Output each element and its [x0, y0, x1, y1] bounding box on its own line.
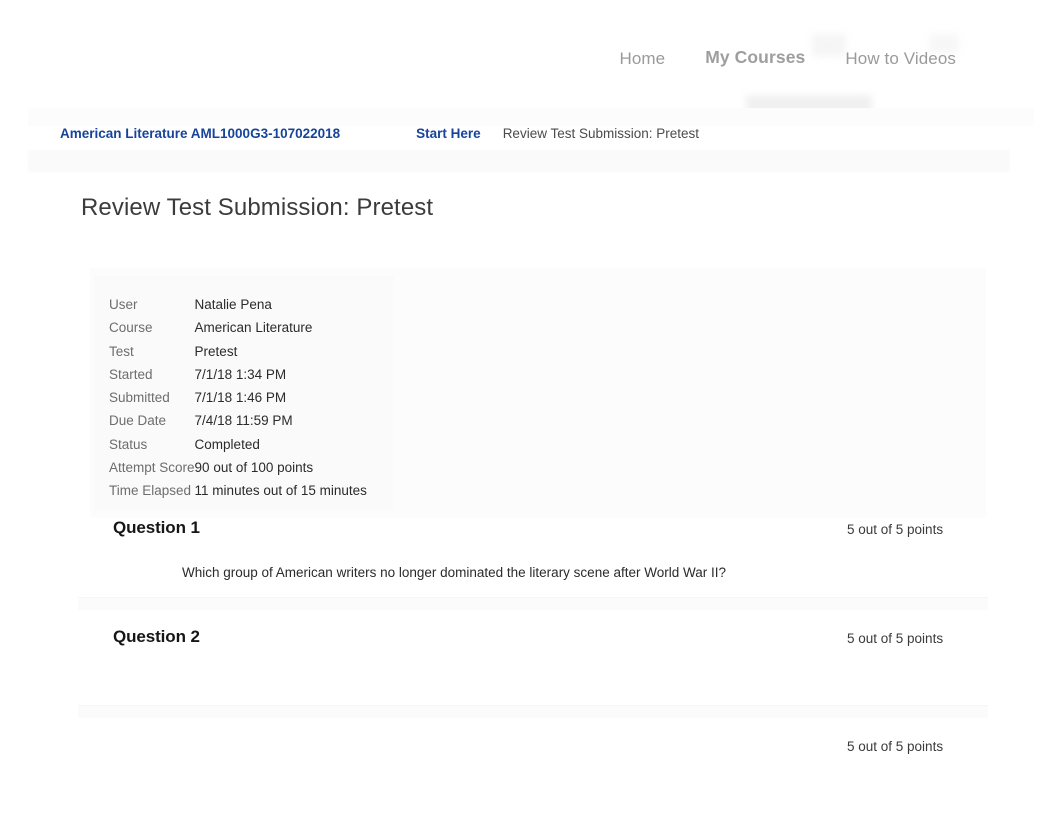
summary-value-user: Natalie Pena: [194, 297, 272, 312]
summary-value-status: Completed: [194, 436, 260, 452]
breadcrumb-band-bottom: [28, 150, 1010, 172]
table-row: Course American Literature: [109, 316, 367, 339]
question-block-3: 5 out of 5 points: [0, 735, 1062, 765]
nav-link-my-courses[interactable]: My Courses: [705, 47, 805, 68]
summary-value-submitted: 7/1/18 1:46 PM: [194, 390, 287, 406]
table-row: Started 7/1/18 1:34 PM: [109, 363, 367, 386]
question-points-1: 5 out of 5 points: [847, 522, 944, 537]
summary-label-test: Test: [109, 343, 134, 359]
breadcrumb: American Literature AML1000G3-107022018 …: [0, 108, 1062, 172]
question-points-2: 5 out of 5 points: [847, 631, 944, 646]
summary-value-test: Pretest: [194, 343, 238, 359]
nav-link-how-to-videos[interactable]: How to Videos: [845, 49, 956, 69]
top-navigation-bar: Home My Courses How to Videos: [0, 0, 1062, 115]
breadcrumb-current-page: Review Test Submission: Pretest: [502, 126, 700, 141]
question-text-1: Which group of American writers no longe…: [182, 565, 726, 580]
nav-link-home[interactable]: Home: [619, 49, 665, 69]
summary-value-attempt-score: 90 out of 100 points: [194, 460, 314, 476]
summary-value-due-date: 7/4/18 11:59 PM: [194, 413, 293, 429]
question-separator-1: [78, 597, 988, 610]
question-block-2: Question 2 5 out of 5 points: [0, 627, 1062, 657]
question-title-1: Question 1: [113, 518, 200, 537]
summary-value-started: 7/1/18 1:34 PM: [194, 366, 287, 382]
attempt-summary-table: User Natalie Pena Course American Litera…: [109, 293, 367, 503]
top-nav-links: Home My Courses How to Videos: [619, 47, 956, 69]
summary-label-due-date: Due Date: [109, 413, 167, 429]
question-header-1: Question 1 5 out of 5 points: [0, 518, 1062, 548]
summary-label-attempt-score: Attempt Score: [109, 460, 195, 476]
summary-label-user: User: [109, 297, 138, 312]
question-header-2: Question 2 5 out of 5 points: [0, 627, 1062, 657]
summary-label-started: Started: [109, 366, 153, 382]
breadcrumb-band-top: [28, 108, 1034, 126]
summary-value-time-elapsed: 11 minutes out of 15 minutes: [194, 483, 367, 499]
table-row: Test Pretest: [109, 340, 367, 363]
breadcrumb-section-link[interactable]: Start Here: [416, 126, 481, 141]
summary-value-course: American Literature: [194, 320, 313, 336]
summary-label-submitted: Submitted: [109, 390, 170, 406]
breadcrumb-course-link[interactable]: American Literature AML1000G3-107022018: [60, 126, 340, 141]
question-points-3: 5 out of 5 points: [847, 739, 944, 754]
table-row: Status Completed: [109, 433, 367, 456]
question-header-3: 5 out of 5 points: [0, 735, 1062, 765]
table-row: Time Elapsed 11 minutes out of 15 minute…: [109, 479, 367, 502]
summary-label-course: Course: [109, 320, 153, 336]
summary-label-status: Status: [109, 436, 148, 452]
table-row: Due Date 7/4/18 11:59 PM: [109, 409, 367, 432]
table-row: Attempt Score 90 out of 100 points: [109, 456, 367, 479]
page-title: Review Test Submission: Pretest: [81, 194, 434, 221]
question-title-2: Question 2: [113, 627, 200, 646]
table-row: User Natalie Pena: [109, 293, 367, 316]
question-separator-2: [78, 705, 988, 718]
question-block-1: Question 1 5 out of 5 points Which group…: [0, 518, 1062, 580]
summary-label-time-elapsed: Time Elapsed: [109, 483, 192, 499]
table-row: Submitted 7/1/18 1:46 PM: [109, 386, 367, 409]
breadcrumb-items: American Literature AML1000G3-107022018 …: [60, 126, 699, 141]
